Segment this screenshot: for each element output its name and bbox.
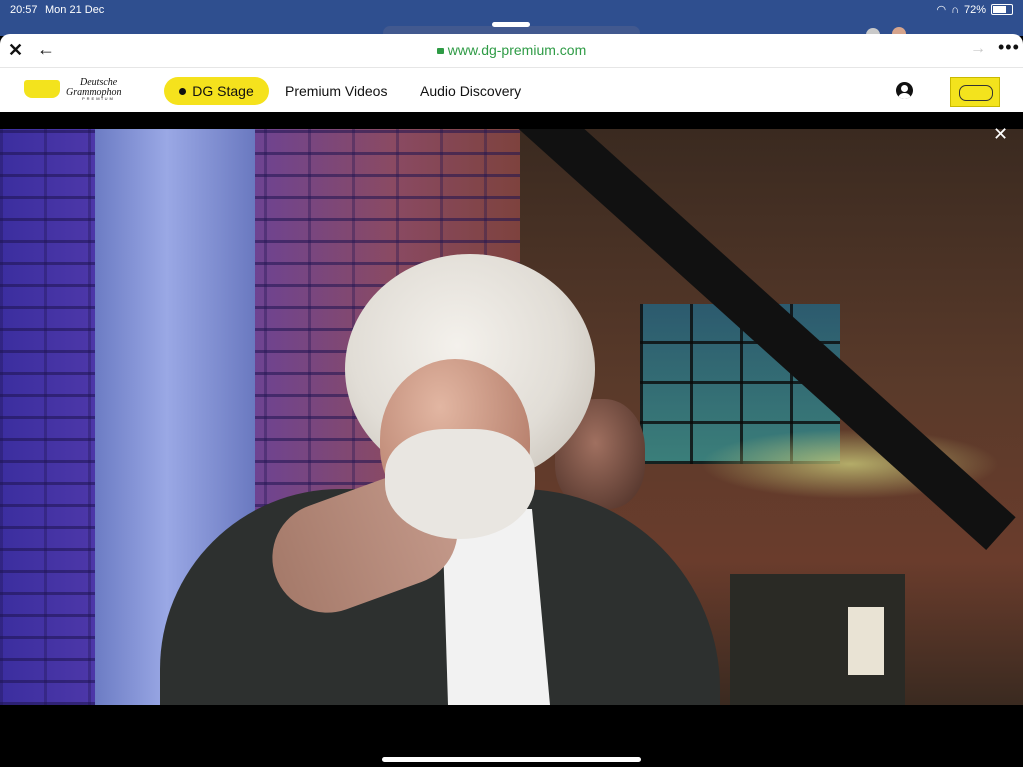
video-pianist-beard — [385, 429, 535, 539]
dg-premium-logo[interactable]: Deutsche Grammophon PREMIUM — [24, 78, 136, 102]
live-dot-icon — [179, 87, 187, 95]
video-player[interactable] — [0, 129, 1023, 705]
url-text: www.dg-premium.com — [447, 42, 587, 58]
more-dots-icon[interactable]: ••• — [998, 37, 1020, 58]
wifi-icon: ◠ — [936, 4, 947, 16]
close-icon[interactable]: ✕ — [993, 124, 1008, 145]
battery-icon — [991, 4, 1013, 15]
status-time: 20:57 — [10, 4, 38, 16]
logo-wordmark: Deutsche Grammophon — [66, 78, 122, 98]
tulip-logo-icon — [24, 80, 60, 98]
status-indicators: ◠ ∩ 72% — [936, 3, 1013, 16]
sheet-grabber[interactable] — [492, 22, 530, 27]
nav-dg-stage[interactable]: DG Stage — [164, 77, 269, 105]
home-indicator[interactable] — [382, 757, 641, 762]
arrow-right-icon[interactable]: → — [970, 40, 986, 58]
battery-percent: 72% — [963, 3, 986, 16]
nav-audio-discovery[interactable]: Audio Discovery — [420, 83, 521, 99]
status-date: Mon 21 Dec — [45, 4, 105, 16]
address-field[interactable]: www.dg-premium.com — [0, 42, 1023, 58]
site-navbar: Deutsche Grammophon PREMIUM DG Stage Pre… — [0, 68, 1023, 112]
headphones-icon: ∩ — [951, 3, 959, 16]
nav-dg-stage-label: DG Stage — [192, 83, 254, 99]
nav-premium-videos[interactable]: Premium Videos — [285, 83, 387, 99]
url-bar: ✕ ← www.dg-premium.com → ••• — [0, 34, 1023, 68]
video-sheet-music — [848, 607, 884, 675]
logo-sub: PREMIUM — [82, 96, 115, 101]
user-account-icon[interactable] — [896, 82, 913, 99]
dg-cartouche-logo[interactable] — [950, 77, 1000, 107]
browser-sheet: ✕ ← www.dg-premium.com → ••• Deutsche Gr… — [0, 34, 1023, 112]
lock-icon — [436, 48, 444, 54]
